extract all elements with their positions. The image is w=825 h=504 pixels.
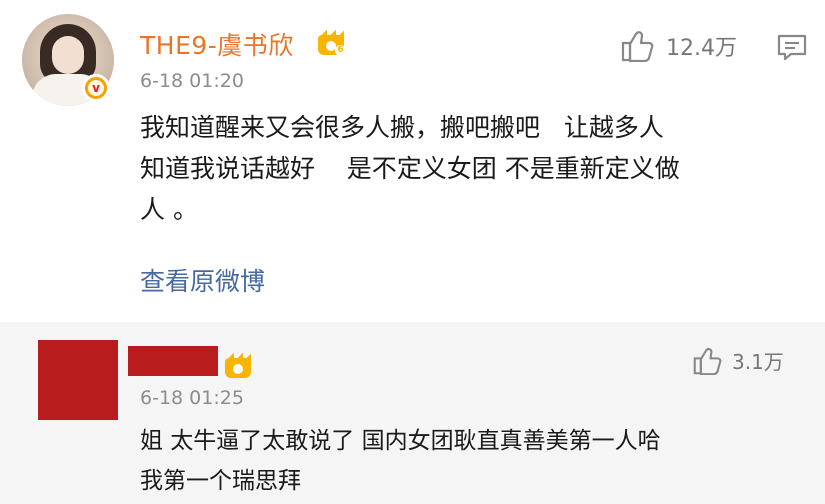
thumbs-up-icon — [621, 31, 654, 62]
reply-comment: 6-18 01:25 3.1万 姐 太牛逼了太敢说了 国内女团耿直真善美第一人哈… — [0, 322, 825, 504]
vip-crown-icon[interactable] — [223, 352, 253, 382]
reply-like-count: 3.1万 — [732, 350, 784, 374]
like-count: 12.4万 — [666, 36, 737, 61]
post-content: 我知道醒来又会很多人搬，搬吧搬吧 让越多人 知道我说话越好 是不定义女团 不是重… — [140, 107, 810, 230]
thumbs-up-icon — [693, 347, 722, 375]
post-content-line: 我知道醒来又会很多人搬，搬吧搬吧 让越多人 — [140, 113, 664, 142]
comment-icon — [777, 34, 807, 61]
reply-content: 姐 太牛逼了太敢说了 国内女团耿直真善美第一人哈 我第一个瑞思拜 — [140, 421, 810, 501]
post-content-line: 知道我说话越好 是不定义女团 不是重新定义做 — [140, 154, 680, 183]
reply-avatar-redacted[interactable] — [38, 340, 118, 420]
vip-crown-icon[interactable]: 6 — [316, 29, 346, 59]
weibo-post: v THE9-虞书欣 6 6-18 01:20 12.4万 我知道醒来又会很多人… — [0, 0, 825, 322]
reply-username-redacted[interactable] — [128, 346, 218, 376]
avatar-face — [52, 36, 84, 74]
username[interactable]: THE9-虞书欣 — [140, 26, 294, 62]
vip-level: 6 — [335, 45, 346, 56]
reply-content-line: 姐 太牛逼了太敢说了 国内女团耿直真善美第一人哈 — [140, 428, 661, 454]
comment-button[interactable] — [777, 34, 807, 66]
post-content-line: 人 。 — [140, 195, 198, 224]
like-button[interactable]: 12.4万 — [620, 30, 737, 62]
verified-badge-icon: v — [82, 74, 110, 102]
reply-like-button[interactable]: 3.1万 — [692, 346, 784, 375]
reply-time: 6-18 01:25 — [140, 387, 244, 409]
reply-content-line: 我第一个瑞思拜 — [140, 468, 301, 494]
view-original-link[interactable]: 查看原微博 — [140, 262, 265, 298]
post-time: 6-18 01:20 — [140, 70, 244, 92]
